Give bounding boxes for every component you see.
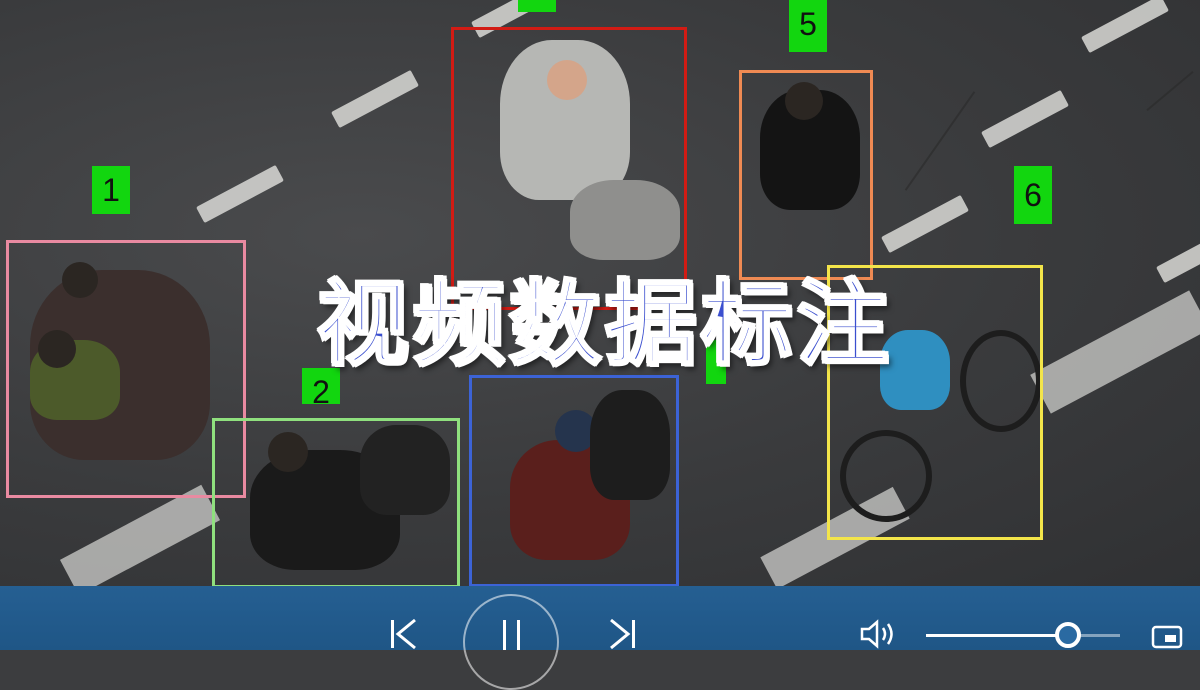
previous-track-icon[interactable] [384,616,424,650]
video-frame[interactable]: 1 2 5 6 视频数据标注 [0,0,1200,586]
crosswalk-stripe [1030,290,1200,414]
road-crack [904,91,976,191]
bounding-box-2[interactable] [212,418,460,586]
next-track-icon[interactable] [602,616,642,650]
overlay-title: 视频数据标注 [315,270,893,380]
box-id-label: 1 [92,166,130,214]
box-id-label [518,0,556,12]
pause-icon[interactable] [494,616,530,650]
player-control-bar [0,586,1200,650]
bounding-box-4[interactable] [469,375,679,586]
box-id-label: 5 [789,0,827,52]
lane-marking [1081,0,1169,54]
lane-marking [1156,224,1200,284]
lane-marking [196,164,284,224]
lane-marking [881,194,969,254]
volume-slider-fill [926,634,1068,637]
volume-slider-track[interactable] [926,634,1120,637]
picture-in-picture-icon[interactable] [1150,622,1184,650]
volume-slider-handle[interactable] [1054,622,1081,648]
lane-marking [981,89,1069,149]
road-crack [1146,70,1194,112]
crosswalk-stripe [59,484,221,586]
box-id-label: 6 [1014,166,1052,224]
bounding-box-5[interactable] [739,70,873,280]
speaker-volume-icon[interactable] [858,618,900,650]
lane-marking [331,69,419,129]
